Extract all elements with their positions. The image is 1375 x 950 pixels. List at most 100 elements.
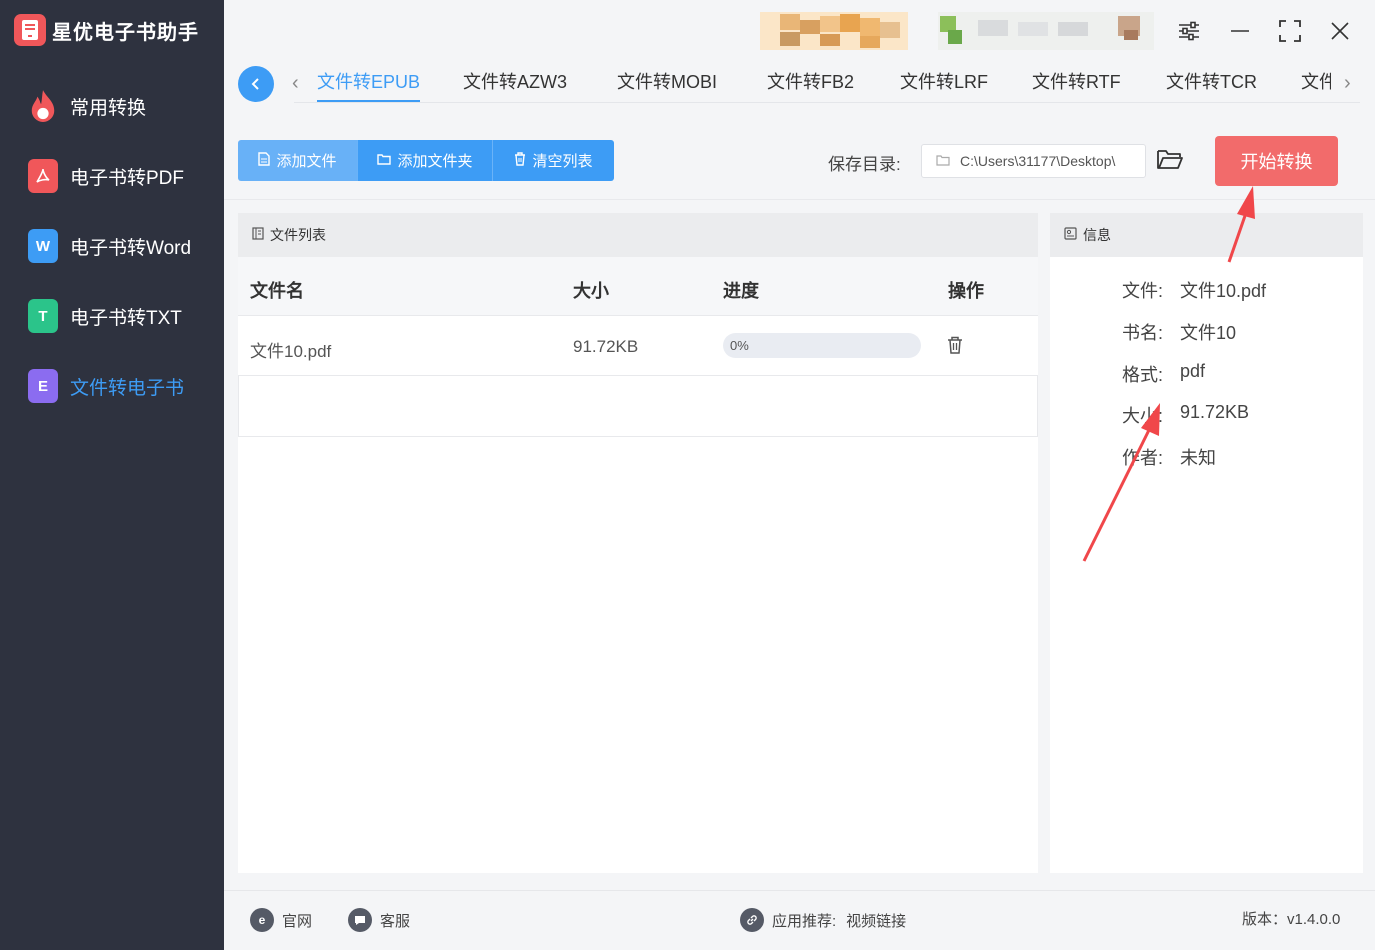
website-link[interactable]: e 官网 — [250, 908, 312, 932]
info-key: 书名: — [1122, 323, 1164, 343]
trash-icon — [514, 152, 526, 169]
info-value: 未知 — [1180, 448, 1216, 468]
word-icon: W — [28, 229, 58, 263]
info-file: 文件: 文件10.pdf — [1122, 277, 1266, 303]
info-key: 大小: — [1122, 406, 1164, 426]
column-header-name: 文件名 — [250, 281, 304, 301]
video-link[interactable]: 视频链接 — [846, 910, 906, 931]
blurred-user-area — [938, 12, 1154, 50]
txt-icon: T — [28, 299, 58, 333]
file-toolbar: 添加文件 添加文件夹 清空列表 — [238, 140, 614, 181]
maximize-icon[interactable] — [1275, 16, 1305, 46]
sidebar: 星优电子书助手 常用转换 电子书转PDF W 电子书转Word T 电子书转TX… — [0, 0, 224, 950]
minimize-icon[interactable] — [1225, 16, 1255, 46]
tab-rtf[interactable]: 文件转RTF — [1032, 68, 1121, 102]
pdf-icon — [28, 159, 58, 193]
add-file-label: 添加文件 — [276, 153, 337, 170]
tab-azw3[interactable]: 文件转AZW3 — [463, 68, 567, 102]
tab-lrf[interactable]: 文件转LRF — [900, 68, 988, 102]
clear-list-label: 清空列表 — [532, 153, 593, 170]
browse-folder-icon[interactable] — [1156, 147, 1186, 175]
add-file-button[interactable]: 添加文件 — [238, 140, 358, 181]
info-panel: 信息 文件: 文件10.pdf 书名: 文件10 格式: pdf 大小: 91.… — [1050, 213, 1363, 873]
file-name-cell: 文件10.pdf — [250, 342, 332, 361]
app-title: 星优电子书助手 — [52, 21, 199, 44]
start-convert-button[interactable]: 开始转换 — [1215, 136, 1338, 186]
link-icon — [740, 908, 764, 932]
tab-fb2[interactable]: 文件转FB2 — [767, 68, 854, 102]
info-header: 信息 — [1050, 213, 1363, 257]
back-button[interactable] — [238, 66, 274, 102]
service-link[interactable]: 客服 — [348, 908, 410, 932]
save-dir-path: C:\Users\31177\Desktop\ — [960, 153, 1116, 169]
sidebar-item-label: 电子书转TXT — [70, 307, 182, 329]
footer: e 官网 客服 应用推荐: 视频链接 版本：v1.4.0.0 — [224, 890, 1375, 950]
info-value: 91.72KB — [1180, 402, 1250, 422]
delete-row-icon[interactable] — [947, 336, 963, 359]
toolbar-divider — [224, 199, 1375, 200]
browser-e-icon: e — [250, 908, 274, 932]
file-list-title: 文件列表 — [270, 227, 326, 243]
save-dir-field[interactable]: C:\Users\31177\Desktop\ — [921, 144, 1146, 178]
fire-icon — [28, 89, 58, 123]
sidebar-item-common[interactable]: 常用转换 — [28, 86, 218, 126]
sidebar-item-label: 常用转换 — [70, 97, 147, 119]
info-value: pdf — [1180, 361, 1206, 381]
sidebar-item-label: 电子书转PDF — [70, 167, 185, 189]
info-size: 大小: 91.72KB — [1122, 402, 1249, 428]
column-header-size: 大小 — [573, 281, 609, 301]
tab-more[interactable]: 文件 — [1301, 68, 1331, 102]
settings-sliders-icon[interactable] — [1174, 16, 1204, 46]
info-value: 文件10 — [1180, 323, 1237, 343]
info-key: 作者: — [1122, 448, 1164, 468]
tab-epub[interactable]: 文件转EPUB — [317, 68, 421, 102]
tab-scroll-left-icon[interactable]: ‹ — [292, 72, 299, 95]
tab-scroll-right-icon[interactable]: › — [1344, 72, 1351, 95]
save-dir-label: 保存目录: — [828, 155, 901, 174]
blurred-account-area — [760, 12, 908, 50]
file-list-header: 文件列表 — [238, 213, 1038, 257]
info-key: 格式: — [1122, 365, 1164, 385]
info-title: 信息 — [1083, 227, 1111, 243]
list-icon — [252, 227, 264, 243]
sidebar-item-label: 文件转电子书 — [70, 377, 185, 399]
service-label: 客服 — [380, 912, 411, 930]
file-list-panel: 文件列表 文件名 大小 进度 操作 文件10.pdf 91.72KB 0% — [238, 213, 1038, 873]
brand: 星优电子书助手 — [14, 14, 199, 46]
sidebar-item-pdf[interactable]: 电子书转PDF — [28, 156, 218, 196]
table-row[interactable]: 文件10.pdf 91.72KB 0% — [238, 316, 1038, 376]
tabs-divider — [294, 102, 1360, 103]
info-title-field: 书名: 文件10 — [1122, 319, 1236, 345]
folder-icon — [377, 153, 392, 168]
clear-list-button[interactable]: 清空列表 — [493, 140, 614, 181]
add-folder-button[interactable]: 添加文件夹 — [358, 140, 493, 181]
empty-row — [238, 376, 1038, 437]
file-size-cell: 91.72KB — [573, 337, 639, 356]
table-header: 文件名 大小 进度 操作 — [238, 257, 1038, 316]
website-label: 官网 — [282, 912, 313, 930]
title-bar — [224, 0, 1375, 60]
info-value: 文件10.pdf — [1180, 281, 1267, 301]
sidebar-item-txt[interactable]: T 电子书转TXT — [28, 296, 218, 336]
recommend-section: 应用推荐: 视频链接 — [740, 908, 906, 932]
file-icon — [258, 152, 271, 169]
tab-mobi[interactable]: 文件转MOBI — [617, 68, 717, 102]
progress-bar: 0% — [723, 333, 921, 358]
folder-outline-icon — [936, 153, 950, 169]
column-header-progress: 进度 — [723, 281, 759, 301]
close-icon[interactable] — [1325, 16, 1355, 46]
info-author: 作者: 未知 — [1122, 444, 1216, 470]
recommend-label: 应用推荐: — [772, 912, 837, 930]
info-card-icon — [1064, 227, 1077, 243]
tab-tcr[interactable]: 文件转TCR — [1166, 68, 1257, 102]
column-header-actions: 操作 — [948, 281, 984, 301]
sidebar-item-ebook[interactable]: E 文件转电子书 — [28, 366, 218, 406]
sidebar-item-label: 电子书转Word — [70, 237, 192, 259]
chat-bubble-icon — [348, 908, 372, 932]
info-format: 格式: pdf — [1122, 361, 1205, 387]
ebook-icon: E — [28, 369, 58, 403]
info-key: 文件: — [1122, 281, 1164, 301]
app-logo-icon — [14, 14, 46, 46]
sidebar-item-word[interactable]: W 电子书转Word — [28, 226, 218, 266]
version-text: 版本：v1.4.0.0 — [1242, 911, 1341, 928]
